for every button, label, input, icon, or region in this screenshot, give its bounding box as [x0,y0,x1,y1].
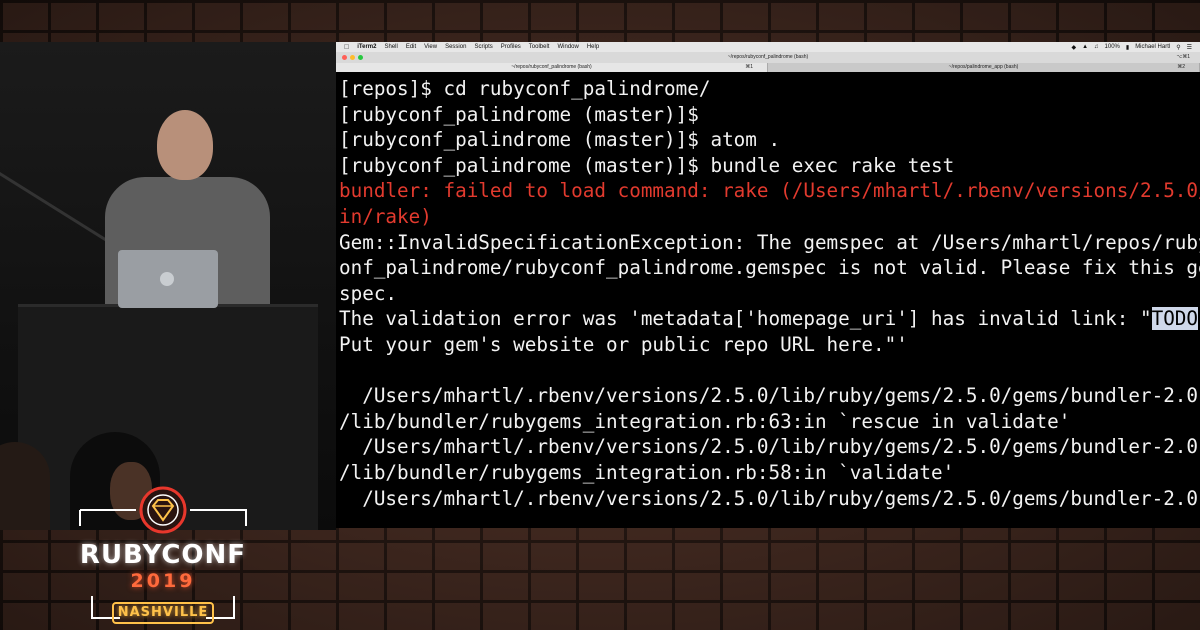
rubyconf-logo: RUBYCONF 2019 NASHVILLE [70,478,256,628]
menu-item-profiles[interactable]: Profiles [501,44,521,50]
maximize-button[interactable] [358,55,363,60]
terminal-line: spec. [339,281,398,305]
terminal-line: [repos]$ cd rubyconf_palindrome/ [339,77,711,100]
minimize-button[interactable] [350,55,355,60]
terminal-line: in/rake) [339,204,432,228]
menu-list-icon[interactable]: ☰ [1187,44,1192,51]
selected-text-highlight[interactable]: TODO [1151,307,1199,331]
window-controls [342,55,363,60]
terminal-line: /lib/bundler/rubygems_integration.rb:63:… [339,409,1071,433]
window-titlebar: ~/repos/rubyconf_palindrome (bash) ⌥⌘1 [336,52,1200,63]
tab-rubyconf-palindrome[interactable]: ~/repos/rubyconf_palindrome (bash) ⌘1 [336,63,768,72]
terminal-line: bundler: failed to load command: rake (/… [339,179,1200,203]
logo-city: NASHVILLE [117,605,209,620]
terminal-line: [rubyconf_palindrome (master)]$ [339,102,699,126]
menu-item-window[interactable]: Window [557,44,578,50]
terminal-output[interactable]: [repos]$ cd rubyconf_palindrome/[rubycon… [339,76,1200,511]
battery-label[interactable]: 100% [1105,44,1120,50]
terminal-window:  iTerm2 Shell Edit View Session Scripts… [336,42,1200,528]
terminal-line: onf_palindrome/rubyconf_palindrome.gemsp… [339,256,1200,280]
speaker-video [0,42,336,530]
menu-item-help[interactable]: Help [587,44,599,50]
terminal-line: Put your gem's website or public repo UR… [339,332,908,356]
tab-shortcut: ⌘2 [1177,64,1185,70]
logo-year: 2019 [130,570,196,592]
battery-icon[interactable]: ▮ [1126,44,1129,51]
terminal-line-text: The validation error was 'metadata['home… [339,307,1152,331]
tab-label: ~/repos/palindrome_app (bash) [948,64,1019,70]
tab-label: ~/repos/rubyconf_palindrome (bash) [511,64,592,70]
menu-app-name[interactable]: iTerm2 [357,44,376,50]
terminal-line: /Users/mhartl/.rbenv/versions/2.5.0/lib/… [339,486,1200,510]
user-name[interactable]: Michael Hartl [1135,44,1170,50]
speaker-head [157,110,213,180]
search-icon[interactable]: ⚲ [1176,44,1180,51]
terminal-line: /lib/bundler/rubygems_integration.rb:58:… [339,460,955,484]
terminal-line: /Users/mhartl/.rbenv/versions/2.5.0/lib/… [339,384,1200,408]
menu-item-toolbelt[interactable]: Toolbelt [529,44,550,50]
menu-item-shell[interactable]: Shell [384,44,397,50]
window-title: ~/repos/rubyconf_palindrome (bash) [727,54,809,60]
terminal-line: Gem::InvalidSpecificationException: The … [339,230,1200,254]
tab-palindrome-app[interactable]: ~/repos/palindrome_app (bash) ⌘2 [768,63,1200,72]
menu-item-scripts[interactable]: Scripts [474,44,492,50]
apple-icon[interactable]:  [344,44,349,51]
audience-member [0,442,50,530]
laptop-logo-icon [160,272,174,286]
tab-bar: ~/repos/rubyconf_palindrome (bash) ⌘1 ~/… [336,63,1200,72]
terminal-line: The validation error was 'metadata['home… [339,306,1200,332]
menu-item-session[interactable]: Session [445,44,466,50]
mac-menubar:  iTerm2 Shell Edit View Session Scripts… [336,42,1200,52]
window-shortcut: ⌥⌘1 [1176,54,1190,60]
logo-rubyconf-text: RUBYCONF [79,540,247,570]
menu-item-edit[interactable]: Edit [406,44,416,50]
tab-shortcut: ⌘1 [745,64,753,70]
close-button[interactable] [342,55,347,60]
terminal-line: [rubyconf_palindrome (master)]$ atom . [339,128,781,152]
dropbox-icon[interactable]: ◆ [1071,44,1076,51]
menu-item-view[interactable]: View [424,44,437,50]
wifi-icon[interactable]: ▲ [1082,44,1088,50]
terminal-line: [rubyconf_palindrome (master)]$ bundle e… [339,153,955,177]
terminal-line: /Users/mhartl/.rbenv/versions/2.5.0/lib/… [339,435,1200,459]
volume-icon[interactable]: ♫ [1094,44,1099,50]
